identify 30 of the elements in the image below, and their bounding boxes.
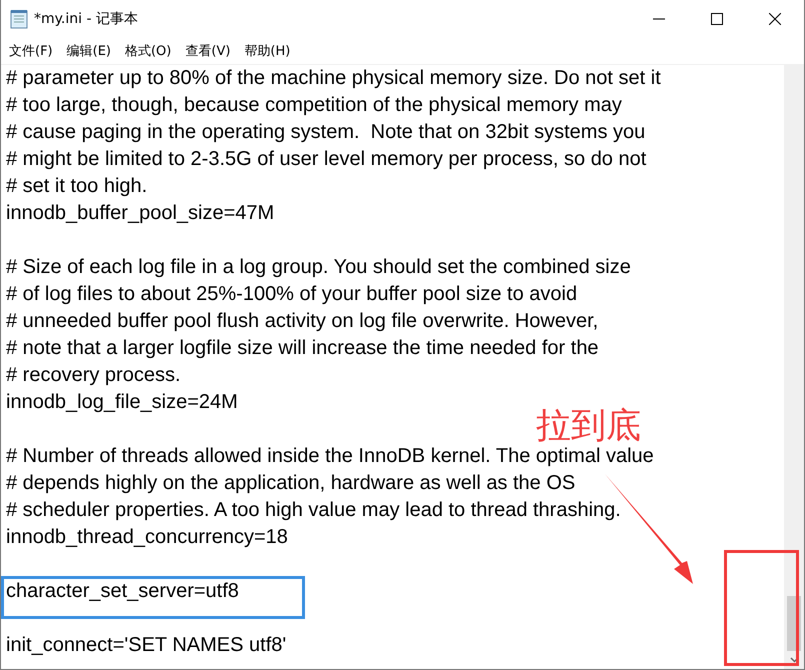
menu-item[interactable]: 格式(O) [122, 42, 174, 60]
text-line: # cause paging in the operating system. Note that on 32bit systems you [6, 121, 646, 144]
text-line: innodb_thread_concurrency=18 [6, 526, 288, 549]
text-line: # too large, though, because competition of the physical memory may [6, 94, 622, 117]
text-line: # parameter up to 80% of the machine physical memory size. Do not set it [6, 67, 661, 90]
annotation-text: 拉到底 [536, 405, 641, 448]
notepad-icon [10, 9, 28, 29]
text-line: # recovery process. [6, 364, 181, 387]
text-line: # Size of each log file in a log group. You should set the combined size [6, 256, 631, 279]
text-line: # depends highly on the application, hardware as well as the OS [6, 472, 576, 495]
text-line: innodb_buffer_pool_size=47M [6, 202, 274, 225]
scrollbar[interactable] [784, 65, 804, 669]
text-line: init_connect='SET NAMES utf8' [6, 634, 286, 657]
menu-item[interactable]: 编辑(E) [64, 42, 113, 60]
text-line: # scheduler properties. A too high value may lead to thread thrashing. [6, 499, 621, 522]
text-line: character_set_server=utf8 [6, 580, 239, 603]
window-title: *my.ini - 记事本 [34, 10, 138, 28]
text-line: # note that a larger logfile size will increase the time needed for the [6, 337, 599, 360]
close-icon [769, 13, 781, 25]
menu-item[interactable]: 帮助(H) [242, 42, 292, 60]
menu-item[interactable]: 查看(V) [183, 42, 232, 60]
menu-item[interactable]: 文件(F) [7, 42, 55, 60]
text-line: # set it too high. [6, 175, 148, 198]
text-line: # might be limited to 2-3.5G of user level memory per process, so do not [6, 148, 646, 171]
maximize-icon [711, 13, 723, 25]
scroll-down-icon[interactable] [790, 657, 798, 663]
text-line: # Number of threads allowed inside the InnoDB kernel. The optimal value [6, 445, 654, 468]
text-line: # unneeded buffer pool flush activity on log file overwrite. However, [6, 310, 598, 333]
text-line: # of log files to about 25%-100% of your buffer pool size to avoid [6, 283, 578, 306]
text-line: innodb_log_file_size=24M [6, 391, 238, 414]
